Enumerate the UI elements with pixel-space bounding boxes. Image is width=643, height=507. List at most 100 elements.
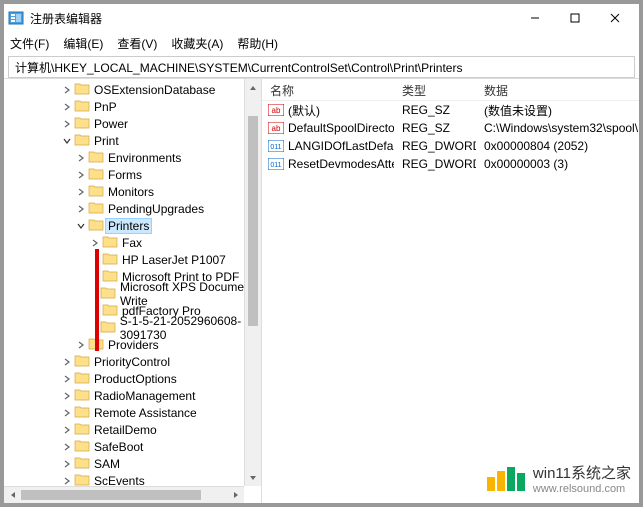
address-text: 计算机\HKEY_LOCAL_MACHINE\SYSTEM\CurrentCon… (15, 59, 462, 76)
chevron-down-icon[interactable] (74, 222, 88, 230)
list-row[interactable]: abDefaultSpoolDirectoryREG_SZC:\Windows\… (262, 119, 639, 137)
tree-item[interactable]: Remote Assistance (4, 404, 261, 421)
scroll-down-button[interactable] (245, 469, 261, 486)
menu-view[interactable]: 查看(V) (117, 35, 157, 52)
tree-item[interactable]: S-1-5-21-2052960608-3091730 (4, 319, 261, 336)
scroll-thumb-h[interactable] (21, 490, 201, 500)
chevron-right-icon[interactable] (60, 426, 74, 434)
tree-item[interactable]: RetailDemo (4, 421, 261, 438)
chevron-right-icon[interactable] (60, 443, 74, 451)
tree-item[interactable]: Printers (4, 217, 261, 234)
tree-item[interactable]: Monitors (4, 183, 261, 200)
scroll-thumb-v[interactable] (248, 116, 258, 326)
tree-item[interactable]: Fax (4, 234, 261, 251)
menu-file[interactable]: 文件(F) (10, 35, 49, 52)
folder-icon (88, 201, 108, 217)
tree-item-label: SafeBoot (94, 440, 143, 454)
folder-icon (102, 235, 122, 251)
col-header-data[interactable]: 数据 (476, 79, 639, 100)
list-pane[interactable]: 名称 类型 数据 ab(默认)REG_SZ(数值未设置)abDefaultSpo… (262, 79, 639, 503)
tree-item[interactable]: PriorityControl (4, 353, 261, 370)
tree-item[interactable]: PnP (4, 98, 261, 115)
tree-item-label: Print (94, 134, 119, 148)
tree-item[interactable]: ProductOptions (4, 370, 261, 387)
list-row[interactable]: 011ResetDevmodesAtte...REG_DWORD0x000000… (262, 155, 639, 173)
chevron-right-icon[interactable] (60, 375, 74, 383)
tree-item[interactable]: Power (4, 115, 261, 132)
chevron-down-icon[interactable] (60, 137, 74, 145)
list-row[interactable]: 011LANGIDOfLastDefault...REG_DWORD0x0000… (262, 137, 639, 155)
scroll-right-button[interactable] (227, 487, 244, 503)
folder-icon (102, 252, 122, 268)
tree-item[interactable]: Microsoft XPS Document Write (4, 285, 261, 302)
menu-help[interactable]: 帮助(H) (237, 35, 278, 52)
minimize-button[interactable] (515, 4, 555, 32)
watermark-logo-icon (487, 467, 525, 491)
tree-item-label: Remote Assistance (94, 406, 197, 420)
address-bar[interactable]: 计算机\HKEY_LOCAL_MACHINE\SYSTEM\CurrentCon… (8, 56, 635, 78)
menu-edit[interactable]: 编辑(E) (63, 35, 103, 52)
chevron-right-icon[interactable] (60, 86, 74, 94)
chevron-right-icon[interactable] (74, 171, 88, 179)
svg-text:011: 011 (270, 162, 281, 169)
chevron-right-icon[interactable] (74, 188, 88, 196)
tree-item[interactable]: SafeBoot (4, 438, 261, 455)
highlight-bar (95, 249, 99, 351)
titlebar: 注册表编辑器 (4, 4, 639, 32)
tree-item[interactable]: Print (4, 132, 261, 149)
tree-item[interactable]: OSExtensionDatabase (4, 81, 261, 98)
menu-favorites[interactable]: 收藏夹(A) (171, 35, 223, 52)
tree-pane[interactable]: OSExtensionDatabase PnP Power PrintEnvironm… (4, 79, 262, 503)
chevron-right-icon[interactable] (60, 460, 74, 468)
chevron-right-icon[interactable] (60, 103, 74, 111)
tree-item-label: PnP (94, 100, 117, 114)
tree-scrollbar-v[interactable] (244, 79, 261, 486)
tree-scrollbar-h[interactable] (4, 486, 244, 503)
folder-icon (74, 354, 94, 370)
svg-text:ab: ab (272, 106, 281, 115)
chevron-right-icon[interactable] (60, 409, 74, 417)
chevron-right-icon[interactable] (60, 477, 74, 485)
window-title: 注册表编辑器 (30, 10, 515, 27)
chevron-right-icon[interactable] (74, 154, 88, 162)
tree-item[interactable]: Environments (4, 149, 261, 166)
chevron-right-icon[interactable] (74, 341, 88, 349)
value-data: (数值未设置) (476, 102, 639, 119)
folder-icon (88, 184, 108, 200)
folder-icon (74, 456, 94, 472)
chevron-right-icon[interactable] (60, 392, 74, 400)
tree-item[interactable]: RadioManagement (4, 387, 261, 404)
list-row[interactable]: ab(默认)REG_SZ(数值未设置) (262, 101, 639, 119)
watermark-url: www.relsound.com (533, 483, 631, 495)
scroll-up-button[interactable] (245, 79, 261, 96)
list-header: 名称 类型 数据 (262, 79, 639, 101)
tree-item[interactable]: SAM (4, 455, 261, 472)
folder-icon (100, 286, 120, 302)
chevron-right-icon[interactable] (60, 120, 74, 128)
tree-item[interactable]: Forms (4, 166, 261, 183)
tree-item[interactable]: PendingUpgrades (4, 200, 261, 217)
tree-item-label: OSExtensionDatabase (94, 83, 215, 97)
close-button[interactable] (595, 4, 635, 32)
folder-icon (74, 82, 94, 98)
value-type: REG_DWORD (394, 157, 476, 171)
maximize-button[interactable] (555, 4, 595, 32)
chevron-right-icon[interactable] (88, 239, 102, 247)
col-header-name[interactable]: 名称 (262, 79, 394, 100)
chevron-right-icon[interactable] (74, 205, 88, 213)
tree-item-label: PriorityControl (94, 355, 170, 369)
folder-icon (74, 388, 94, 404)
tree-item-label: Power (94, 117, 128, 131)
folder-icon (74, 116, 94, 132)
folder-icon (88, 167, 108, 183)
tree-item-label: RetailDemo (94, 423, 157, 437)
scroll-left-button[interactable] (4, 487, 21, 503)
tree-item-label: Fax (122, 236, 142, 250)
col-header-type[interactable]: 类型 (394, 79, 476, 100)
folder-icon (74, 99, 94, 115)
tree-item[interactable]: HP LaserJet P1007 (4, 251, 261, 268)
chevron-right-icon[interactable] (60, 358, 74, 366)
menubar: 文件(F) 编辑(E) 查看(V) 收藏夹(A) 帮助(H) (4, 32, 639, 54)
value-data: 0x00000804 (2052) (476, 139, 639, 153)
watermark: win11系统之家 www.relsound.com (487, 462, 631, 495)
